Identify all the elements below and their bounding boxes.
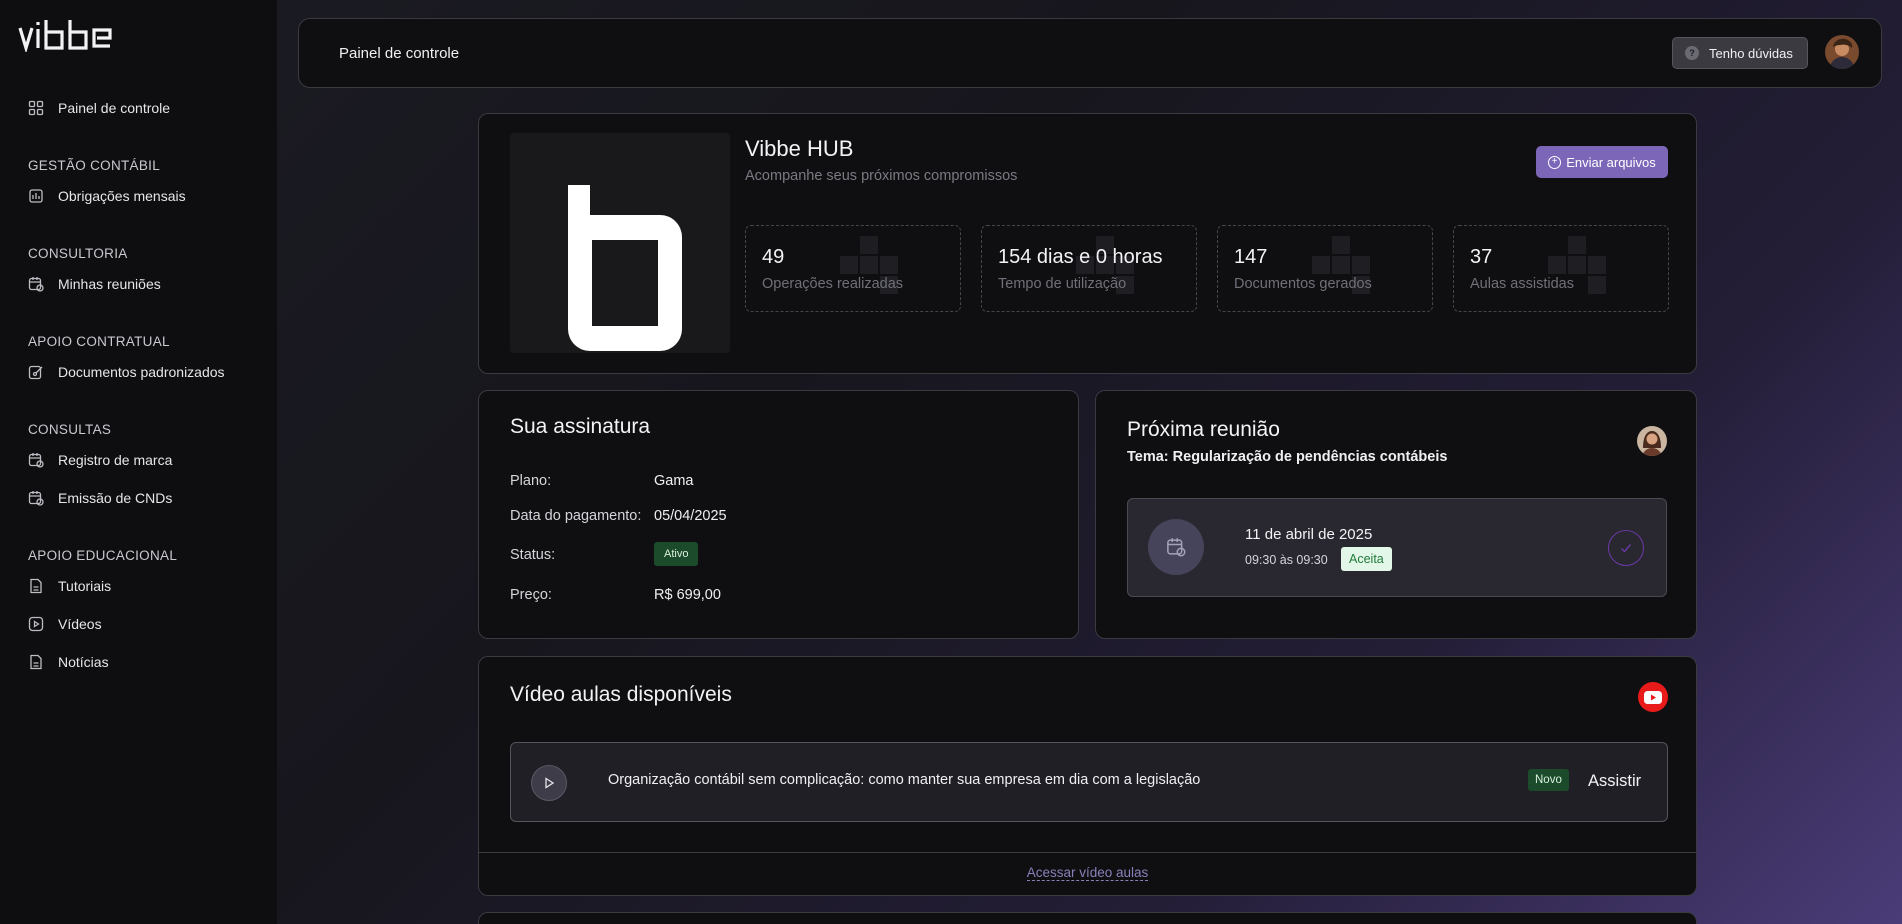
price-label: Preço: (510, 587, 552, 603)
brand-logo[interactable] (18, 18, 120, 57)
sidebar-item-tutoriais[interactable]: Tutoriais (28, 576, 111, 596)
sidebar-item-reunioes[interactable]: Minhas reuniões (28, 274, 161, 294)
sidebar-section-title: CONSULTORIA (28, 246, 128, 261)
sidebar-item-noticias[interactable]: Notícias (28, 652, 109, 672)
sidebar-item-label: Registro de marca (58, 452, 173, 468)
sidebar-item-label: Painel de controle (58, 100, 171, 116)
meeting-status-badge: Aceita (1341, 547, 1392, 571)
next-section-card (478, 912, 1697, 924)
question-icon: ? (1685, 46, 1699, 60)
new-badge: Novo (1528, 769, 1569, 791)
sidebar-section-title: GESTÃO CONTÁBIL (28, 158, 161, 173)
meeting-topic: Tema: Regularização de pendências contáb… (1127, 449, 1448, 465)
sidebar-section-title: APOIO EDUCACIONAL (28, 548, 178, 563)
subscription-title: Sua assinatura (510, 415, 651, 438)
consultant-avatar (1637, 426, 1667, 456)
status-label: Status: (510, 547, 556, 563)
help-button-label: Tenho dúvidas (1709, 45, 1793, 61)
watch-button[interactable]: Assistir (1588, 772, 1641, 791)
hub-card: Vibbe HUB Acompanhe seus próximos compro… (478, 113, 1697, 374)
youtube-icon (1638, 682, 1668, 712)
price-value: R$ 699,00 (654, 587, 721, 603)
stat-label: Tempo de utilização (998, 276, 1127, 292)
sidebar: Painel de controle GESTÃO CONTÁBIL Obrig… (0, 0, 277, 924)
stat-operations: 49 Operações realizadas (745, 225, 961, 312)
access-video-lessons-link[interactable]: Acessar vídeo aulas (1026, 865, 1149, 881)
document-icon (28, 654, 44, 670)
status-badge: Ativo (654, 542, 699, 566)
stat-label: Operações realizadas (762, 276, 904, 292)
video-icon (28, 616, 44, 632)
meeting-title: Próxima reunião (1127, 418, 1280, 441)
sidebar-item-registro-marca[interactable]: Registro de marca (28, 450, 172, 470)
meeting-time: 09:30 às 09:30 (1245, 553, 1328, 567)
calendar-icon (1148, 519, 1204, 575)
topbar: Painel de controle ? Tenho dúvidas (298, 18, 1882, 88)
sidebar-item-dashboard[interactable]: Painel de controle (28, 98, 170, 118)
stat-label: Documentos gerados (1234, 276, 1372, 292)
stat-usage-time: 154 dias e 0 horas Tempo de utilização (981, 225, 1197, 312)
stat-documents: 147 Documentos gerados (1217, 225, 1433, 312)
video-title: Organização contábil sem complicação: co… (608, 772, 1201, 788)
page-title: Painel de controle (339, 45, 460, 62)
video-lessons-title: Vídeo aulas disponíveis (510, 683, 732, 706)
plan-label: Plano: (510, 473, 552, 489)
hub-subtitle: Acompanhe seus próximos compromissos (745, 168, 1018, 184)
next-meeting-card: Próxima reunião Tema: Regularização de p… (1095, 390, 1697, 639)
sidebar-item-label: Minhas reuniões (58, 276, 161, 292)
building-icon (28, 188, 44, 204)
main-content: Painel de controle ? Tenho dúvidas Vibbe… (277, 0, 1902, 924)
plan-value: Gama (654, 473, 694, 489)
hub-title: Vibbe HUB (745, 136, 854, 161)
stat-classes: 37 Aulas assistidas (1453, 225, 1669, 312)
user-avatar[interactable] (1825, 35, 1859, 69)
play-icon[interactable] (531, 765, 567, 801)
stat-value: 37 (1470, 246, 1493, 268)
access-video-lessons-link-wrap: Acessar vídeo aulas (479, 865, 1696, 881)
sidebar-item-videos[interactable]: Vídeos (28, 614, 102, 634)
divider (479, 852, 1696, 853)
sidebar-section-title: CONSULTAS (28, 422, 112, 437)
send-files-label: Enviar arquivos (1566, 154, 1656, 170)
stat-value: 49 (762, 246, 785, 268)
sidebar-item-label: Tutoriais (58, 578, 112, 594)
calendar-icon (28, 276, 44, 292)
calendar-icon (28, 452, 44, 468)
check-icon[interactable] (1608, 530, 1644, 566)
subscription-card: Sua assinatura Plano: Gama Data do pagam… (478, 390, 1079, 639)
stat-value: 154 dias e 0 horas (998, 246, 1163, 268)
stat-value: 147 (1234, 246, 1268, 268)
sidebar-item-label: Documentos padronizados (58, 364, 225, 380)
help-button[interactable]: ? Tenho dúvidas (1672, 37, 1808, 69)
payment-date-value: 05/04/2025 (654, 508, 727, 524)
video-item[interactable]: Organização contábil sem complicação: co… (510, 742, 1668, 822)
sidebar-item-label: Notícias (58, 654, 109, 670)
calendar-icon (28, 490, 44, 506)
meeting-item[interactable]: 11 de abril de 2025 09:30 às 09:30 Aceit… (1127, 498, 1667, 597)
grid-icon (28, 100, 44, 116)
sidebar-item-obrigacoes[interactable]: Obrigações mensais (28, 186, 186, 206)
meeting-date: 11 de abril de 2025 (1245, 526, 1373, 543)
sidebar-item-label: Vídeos (58, 616, 102, 632)
payment-date-label: Data do pagamento: (510, 508, 642, 524)
vibbe-b-logo (510, 133, 730, 353)
send-files-button[interactable]: + Enviar arquivos (1536, 146, 1668, 178)
video-lessons-card: Vídeo aulas disponíveis Organização cont… (478, 656, 1697, 896)
plus-circle-icon: + (1548, 155, 1562, 169)
stat-label: Aulas assistidas (1470, 276, 1574, 292)
sidebar-item-documentos[interactable]: Documentos padronizados (28, 362, 225, 382)
sidebar-section-title: APOIO CONTRATUAL (28, 334, 170, 349)
sidebar-item-cnds[interactable]: Emissão de CNDs (28, 488, 172, 508)
edit-document-icon (28, 364, 44, 380)
sidebar-item-label: Obrigações mensais (58, 188, 186, 204)
document-icon (28, 578, 44, 594)
sidebar-item-label: Emissão de CNDs (58, 490, 173, 506)
